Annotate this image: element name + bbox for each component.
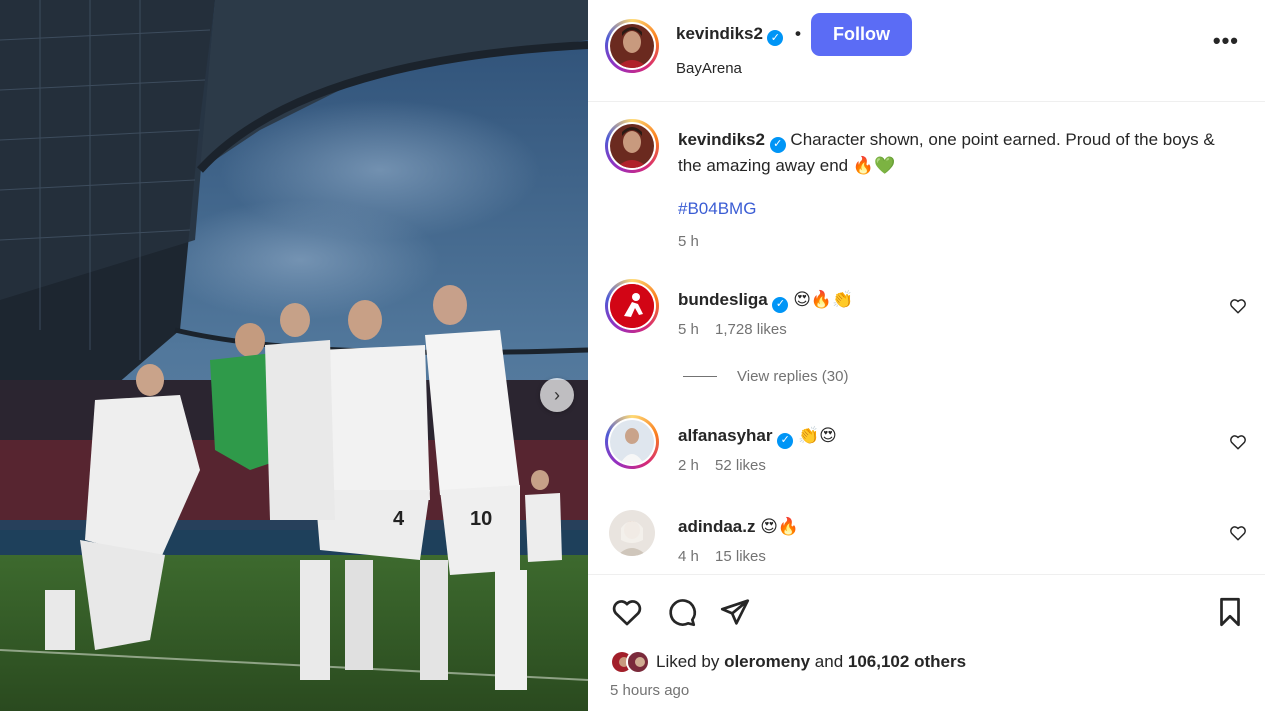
svg-text:4: 4: [393, 508, 405, 530]
comment-username[interactable]: alfanasyhar: [678, 426, 773, 445]
replies-line: [683, 376, 717, 377]
author-username[interactable]: kevindiks2: [676, 24, 763, 43]
chevron-right-icon: ›: [554, 384, 560, 405]
comment-likes[interactable]: 1,728 likes: [715, 321, 787, 338]
likes-middle: and: [814, 652, 844, 671]
caption-avatar[interactable]: [605, 119, 659, 173]
comment-icon[interactable]: [664, 595, 698, 629]
post-actions: Liked by oleromeny and 106,102 others 5 …: [588, 574, 1265, 711]
verified-badge-icon: ✓: [777, 432, 794, 449]
comment-username[interactable]: bundesliga: [678, 290, 768, 309]
heart-icon[interactable]: [1229, 524, 1247, 542]
likes-others-link[interactable]: 106,102 others: [848, 652, 966, 671]
adindaa-avatar-image: [609, 510, 655, 556]
comment-time[interactable]: 4 h: [678, 548, 699, 565]
svg-text:10: 10: [470, 508, 492, 530]
verified-badge-icon: ✓: [767, 29, 784, 46]
comment-emojis: 👏😍: [797, 426, 837, 446]
carousel-next-button[interactable]: ›: [540, 378, 574, 412]
caption-time[interactable]: 5 h: [678, 233, 699, 250]
stadium-celebration-image: 4 10: [0, 0, 588, 711]
comment-meta: 2 h 52 likes: [678, 457, 778, 474]
location-link[interactable]: BayArena: [676, 60, 742, 77]
comment-avatar-adindaa[interactable]: [609, 510, 655, 556]
comment-text: bundesliga ✓ 😍🔥👏: [678, 287, 1218, 313]
separator-dot: •: [795, 24, 801, 43]
comment-username[interactable]: adindaa.z: [678, 517, 755, 536]
comment-likes[interactable]: 52 likes: [715, 457, 766, 474]
likes-user-link[interactable]: oleromeny: [724, 652, 810, 671]
likes-summary: Liked by oleromeny and 106,102 others: [610, 650, 966, 674]
alfanasyhar-avatar-image: [610, 420, 654, 464]
caption-username[interactable]: kevindiks2: [678, 130, 765, 149]
comments-list[interactable]: kevindiks2 ✓ Character shown, one point …: [588, 103, 1265, 573]
comment-avatar-alfanasyhar[interactable]: [605, 415, 659, 469]
comment-likes[interactable]: 15 likes: [715, 548, 766, 565]
likes-text: Liked by oleromeny and 106,102 others: [656, 652, 966, 672]
liker-avatar-image: [628, 652, 648, 672]
hashtag-link[interactable]: #B04BMG: [678, 199, 756, 219]
caption-meta: 5 h: [678, 233, 711, 250]
post-header: kevindiks2 ✓ • Follow BayArena •••: [588, 0, 1265, 102]
view-replies-button[interactable]: View replies (30): [683, 368, 848, 385]
post-details-pane: kevindiks2 ✓ • Follow BayArena ••• kevin…: [588, 0, 1265, 711]
more-icon[interactable]: •••: [1213, 30, 1239, 52]
save-icon[interactable]: [1213, 595, 1247, 629]
post-photo[interactable]: 4 10 ›: [0, 0, 588, 711]
comment-emojis: 😍🔥👏: [793, 290, 854, 310]
share-icon[interactable]: [718, 595, 752, 629]
liker-avatar[interactable]: [626, 650, 650, 674]
post-time-ago[interactable]: 5 hours ago: [610, 682, 689, 699]
comment-time[interactable]: 2 h: [678, 457, 699, 474]
likes-prefix: Liked by: [656, 652, 720, 671]
heart-icon[interactable]: [1229, 297, 1247, 315]
verified-badge-icon: ✓: [769, 136, 786, 153]
caption-text-block: kevindiks2 ✓ Character shown, one point …: [678, 127, 1218, 179]
comment-meta: 4 h 15 likes: [678, 548, 778, 565]
heart-icon[interactable]: [1229, 433, 1247, 451]
author-avatar-image: [610, 24, 654, 68]
author-username-block[interactable]: kevindiks2 ✓: [676, 24, 784, 46]
comment-avatar-bundesliga[interactable]: [605, 279, 659, 333]
follow-button[interactable]: Follow: [811, 13, 912, 56]
comment-meta: 5 h 1,728 likes: [678, 321, 799, 338]
comment-text: adindaa.z 😍🔥: [678, 514, 1218, 540]
bundesliga-logo-icon: [610, 284, 654, 328]
caption-avatar-image: [610, 124, 654, 168]
comment-emojis: 😍🔥: [760, 517, 800, 537]
author-avatar[interactable]: [605, 19, 659, 73]
caption-emojis: 🔥💚: [852, 155, 896, 176]
verified-badge-icon: ✓: [772, 296, 789, 313]
comment-time[interactable]: 5 h: [678, 321, 699, 338]
like-icon[interactable]: [610, 595, 644, 629]
comment-text: alfanasyhar ✓ 👏😍: [678, 423, 1218, 449]
view-replies-label: View replies (30): [737, 368, 849, 385]
